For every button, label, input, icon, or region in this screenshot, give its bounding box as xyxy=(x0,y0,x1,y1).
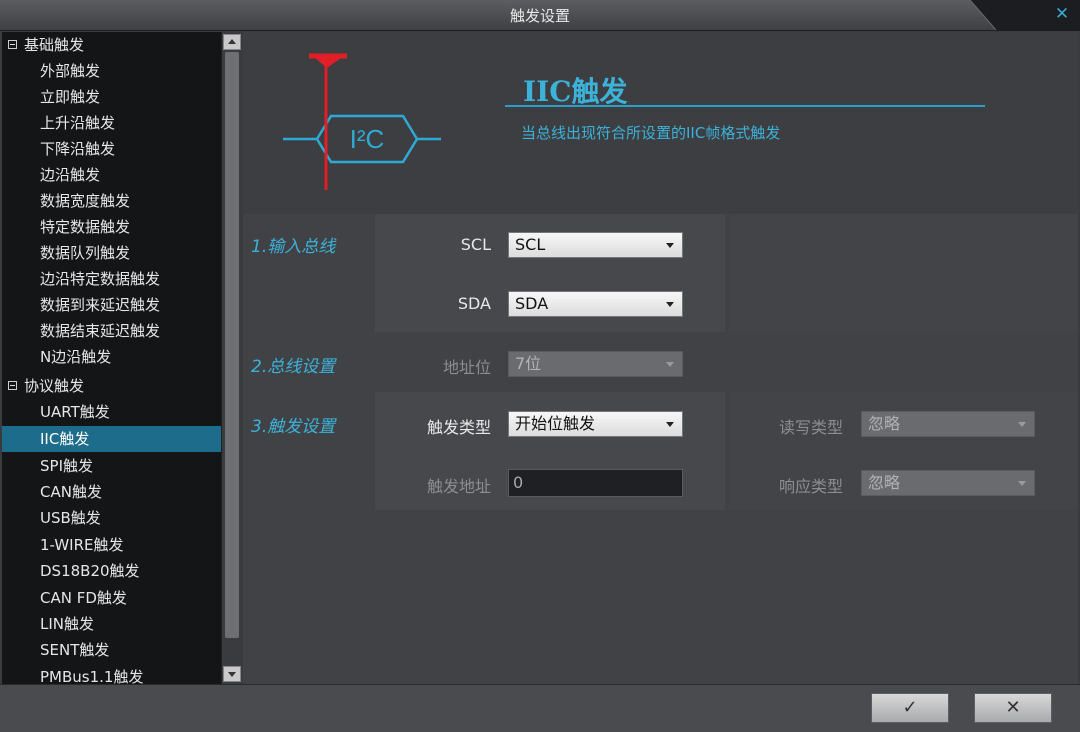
section-trigger-settings-label: 3.触发设置 xyxy=(251,417,336,437)
tree-item-sent[interactable]: SENT触发 xyxy=(2,637,221,663)
tree-item-data-width[interactable]: 数据宽度触发 xyxy=(2,188,221,214)
tree-group-label: 协议触发 xyxy=(24,377,85,395)
collapse-icon[interactable] xyxy=(8,40,17,49)
rw-type-label: 读写类型 xyxy=(778,418,843,437)
tree-item-data-queue[interactable]: 数据队列触发 xyxy=(2,240,221,266)
tree-item-n-edge[interactable]: N边沿触发 xyxy=(2,344,221,370)
ack-type-label: 响应类型 xyxy=(778,477,843,496)
chevron-down-icon xyxy=(1018,422,1026,427)
tree-group-basic[interactable]: 基础触发 xyxy=(2,32,221,58)
tree-group-protocol[interactable]: 协议触发 xyxy=(2,373,221,399)
tree-item-specific-data[interactable]: 特定数据触发 xyxy=(2,214,221,240)
ack-type-select[interactable]: 忽略 xyxy=(861,470,1035,496)
tree-item-spi[interactable]: SPI触发 xyxy=(2,453,221,479)
trigger-description: 当总线出现符合所设置的IIC帧格式触发 xyxy=(521,124,781,142)
tree-group-label: 基础触发 xyxy=(24,36,85,54)
trigger-type-label: 触发类型 xyxy=(426,418,491,437)
trigger-type-value: 开始位触发 xyxy=(515,414,596,433)
arrow-down-icon xyxy=(228,672,236,677)
close-icon[interactable]: ✕ xyxy=(1052,3,1072,25)
chevron-down-icon xyxy=(666,302,674,307)
address-bits-value: 7位 xyxy=(515,354,542,373)
tree-item-external[interactable]: 外部触发 xyxy=(2,58,221,84)
ack-type-value: 忽略 xyxy=(868,473,901,492)
i2c-bus-icon: I²C xyxy=(283,53,441,190)
tree-item-uart[interactable]: UART触发 xyxy=(2,399,221,425)
check-icon: ✓ xyxy=(902,697,918,718)
tree-item-ds18b20[interactable]: DS18B20触发 xyxy=(2,558,221,584)
rw-type-select[interactable]: 忽略 xyxy=(861,411,1035,437)
chevron-down-icon xyxy=(666,362,674,367)
address-bits-label: 地址位 xyxy=(442,358,491,377)
trigger-header: I²C IIC触发 当总线出现符合所设置的IIC帧格式触发 xyxy=(243,32,1078,214)
tree-item-edge-specific-data[interactable]: 边沿特定数据触发 xyxy=(2,266,221,292)
tree-item-edge[interactable]: 边沿触发 xyxy=(2,162,221,188)
arrow-up-icon xyxy=(228,39,236,44)
trigger-address-label: 触发地址 xyxy=(426,477,491,496)
chevron-down-icon xyxy=(1018,481,1026,486)
trigger-type-tree: 基础触发 外部触发 立即触发 上升沿触发 下降沿触发 边沿触发 数据宽度触发 特… xyxy=(2,32,221,684)
title-underline xyxy=(505,105,985,107)
tree-item-pmbus[interactable]: PMBus1.1触发 xyxy=(2,664,221,684)
trigger-settings-window: 触发设置 ✕ 基础触发 外部触发 立即触发 上升沿触发 下降沿触发 边沿触发 数… xyxy=(0,0,1080,732)
scl-label: SCL xyxy=(460,235,491,254)
close-icon: ✕ xyxy=(1005,697,1021,718)
sda-label: SDA xyxy=(457,294,491,313)
chevron-down-icon xyxy=(666,243,674,248)
window-title: 触发设置 xyxy=(509,7,570,25)
ok-button[interactable]: ✓ xyxy=(871,693,949,723)
collapse-icon[interactable] xyxy=(8,381,17,390)
tree-item-1-wire[interactable]: 1-WIRE触发 xyxy=(2,532,221,558)
section-bus-settings-label: 2.总线设置 xyxy=(251,357,336,377)
sda-select-value: SDA xyxy=(515,294,549,313)
tree-item-can-fd[interactable]: CAN FD触发 xyxy=(2,585,221,611)
trigger-type-select[interactable]: 开始位触发 xyxy=(508,411,683,437)
scl-select-value: SCL xyxy=(515,235,546,254)
rw-type-value: 忽略 xyxy=(868,414,901,433)
dialog-button-bar: ✓ ✕ xyxy=(0,684,1080,732)
tree-item-usb[interactable]: USB触发 xyxy=(2,505,221,531)
scroll-down-button[interactable] xyxy=(223,666,241,682)
scroll-up-button[interactable] xyxy=(223,34,241,50)
title-bar: 触发设置 ✕ xyxy=(0,0,1080,31)
section-input-bus-label: 1.输入总线 xyxy=(251,237,336,257)
tree-item-immediate[interactable]: 立即触发 xyxy=(2,84,221,110)
band-input-bus-right xyxy=(729,214,1078,332)
tree-item-data-end-delay[interactable]: 数据结束延迟触发 xyxy=(2,318,221,344)
trigger-form: 1.输入总线 SCL SCL SDA SDA 2.总线设置 地址位 7位 3.触… xyxy=(243,214,1078,684)
trigger-address-input[interactable]: 0 xyxy=(508,469,683,497)
address-bits-select[interactable]: 7位 xyxy=(508,351,683,377)
scl-select[interactable]: SCL xyxy=(508,232,683,258)
tree-item-can[interactable]: CAN触发 xyxy=(2,479,221,505)
tree-item-rising-edge[interactable]: 上升沿触发 xyxy=(2,110,221,136)
trigger-title: IIC触发 xyxy=(523,75,628,108)
tree-scrollbar[interactable] xyxy=(221,32,242,684)
i2c-icon-text: I²C xyxy=(350,124,385,154)
chevron-down-icon xyxy=(666,422,674,427)
sda-select[interactable]: SDA xyxy=(508,291,683,317)
tree-item-lin[interactable]: LIN触发 xyxy=(2,611,221,637)
tree-item-falling-edge[interactable]: 下降沿触发 xyxy=(2,136,221,162)
tree-item-iic[interactable]: IIC触发 xyxy=(2,426,221,452)
cancel-button[interactable]: ✕ xyxy=(974,693,1052,723)
tree-item-data-arrival-delay[interactable]: 数据到来延迟触发 xyxy=(2,292,221,318)
scrollbar-thumb[interactable] xyxy=(225,52,239,638)
